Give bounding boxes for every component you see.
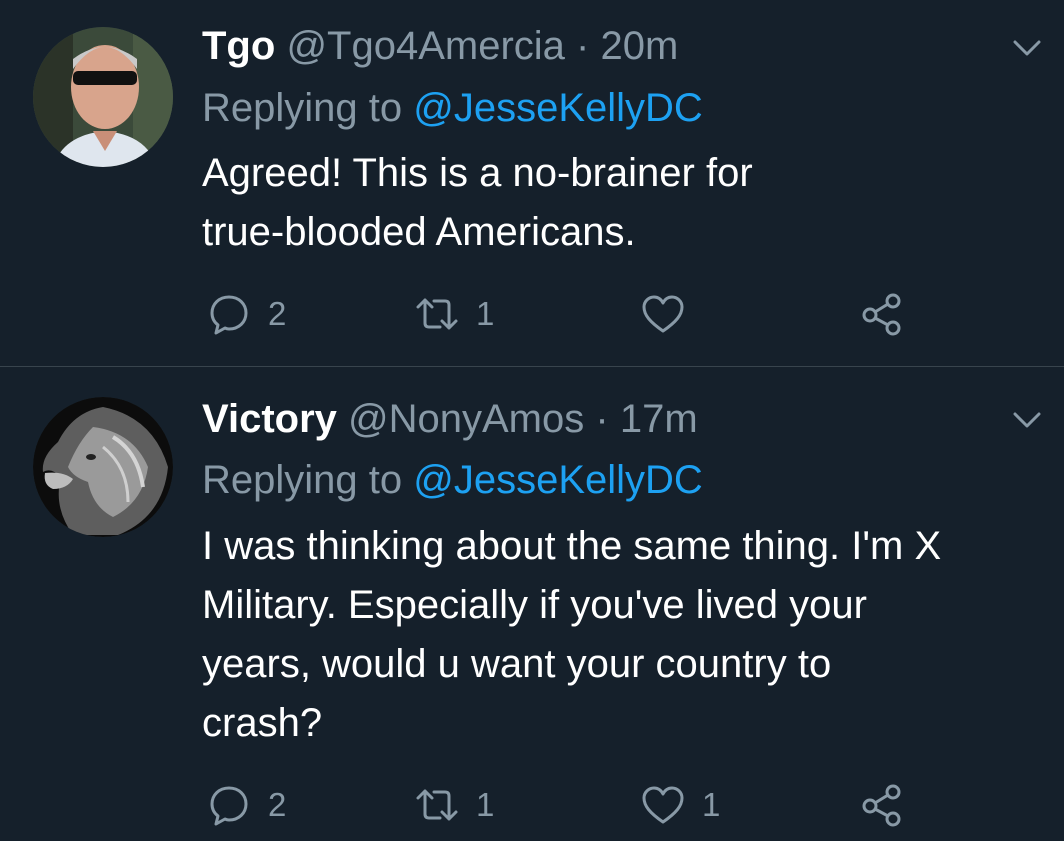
share-button[interactable] [858, 289, 908, 339]
avatar[interactable] [33, 397, 173, 537]
reply-count: 2 [268, 295, 287, 332]
retweet-count: 1 [476, 786, 495, 823]
reply-icon [204, 289, 254, 339]
tweet-text-line: Agreed! This is a no-brainer for [202, 151, 753, 195]
replying-label: Replying to [202, 458, 403, 502]
retweet-count: 1 [476, 295, 495, 332]
like-button[interactable]: 1 [638, 780, 720, 830]
separator: · [595, 397, 609, 441]
like-button[interactable] [638, 289, 702, 339]
replying-label: Replying to [202, 86, 403, 130]
separator: · [576, 24, 590, 68]
timestamp[interactable]: 17m [620, 397, 698, 441]
tweet-text-line: years, would u want your country to [202, 642, 832, 686]
like-count: 1 [702, 786, 721, 823]
action-bar: 2 1 1 [0, 780, 1064, 830]
tweet[interactable]: Victory @NonyAmos · 17m Replying to @Jes… [0, 367, 1064, 841]
share-icon [858, 780, 908, 830]
action-bar: 2 1 [0, 289, 1064, 339]
tweet-text-line: true-blooded Americans. [202, 210, 636, 254]
replying-to: Replying to @JesseKellyDC [202, 458, 703, 502]
tweet-text: Agreed! This is a no-brainer for true-bl… [202, 144, 1052, 262]
user-handle[interactable]: @Tgo4Amercia [286, 24, 564, 68]
tweet-text-line: Military. Especially if you've lived you… [202, 583, 867, 627]
retweet-button[interactable]: 1 [412, 289, 494, 339]
chevron-down-icon[interactable] [1007, 405, 1047, 435]
tweet-text: I was thinking about the same thing. I'm… [202, 517, 1052, 753]
avatar[interactable] [33, 27, 173, 167]
chevron-down-icon[interactable] [1007, 33, 1047, 63]
reply-count: 2 [268, 786, 287, 823]
retweet-icon [412, 780, 462, 830]
user-handle[interactable]: @NonyAmos [348, 397, 584, 441]
retweet-icon [412, 289, 462, 339]
display-name[interactable]: Victory [202, 397, 337, 441]
heart-icon [638, 780, 688, 830]
replying-to: Replying to @JesseKellyDC [202, 86, 703, 130]
retweet-button[interactable]: 1 [412, 780, 494, 830]
reply-target-link[interactable]: @JesseKellyDC [413, 458, 703, 502]
display-name[interactable]: Tgo [202, 24, 275, 68]
tweet-text-line: crash? [202, 701, 323, 745]
timestamp[interactable]: 20m [601, 24, 679, 68]
tweet[interactable]: Tgo @Tgo4Amercia · 20m Replying to @Jess… [0, 0, 1064, 366]
tweet-text-line: I was thinking about the same thing. I'm… [202, 524, 942, 568]
share-button[interactable] [858, 780, 908, 830]
reply-button[interactable]: 2 [204, 289, 286, 339]
reply-button[interactable]: 2 [204, 780, 286, 830]
heart-icon [638, 289, 688, 339]
tweet-header: Tgo @Tgo4Amercia · 20m [202, 24, 678, 68]
reply-icon [204, 780, 254, 830]
tweet-header: Victory @NonyAmos · 17m [202, 397, 698, 441]
reply-target-link[interactable]: @JesseKellyDC [413, 86, 703, 130]
share-icon [858, 289, 908, 339]
